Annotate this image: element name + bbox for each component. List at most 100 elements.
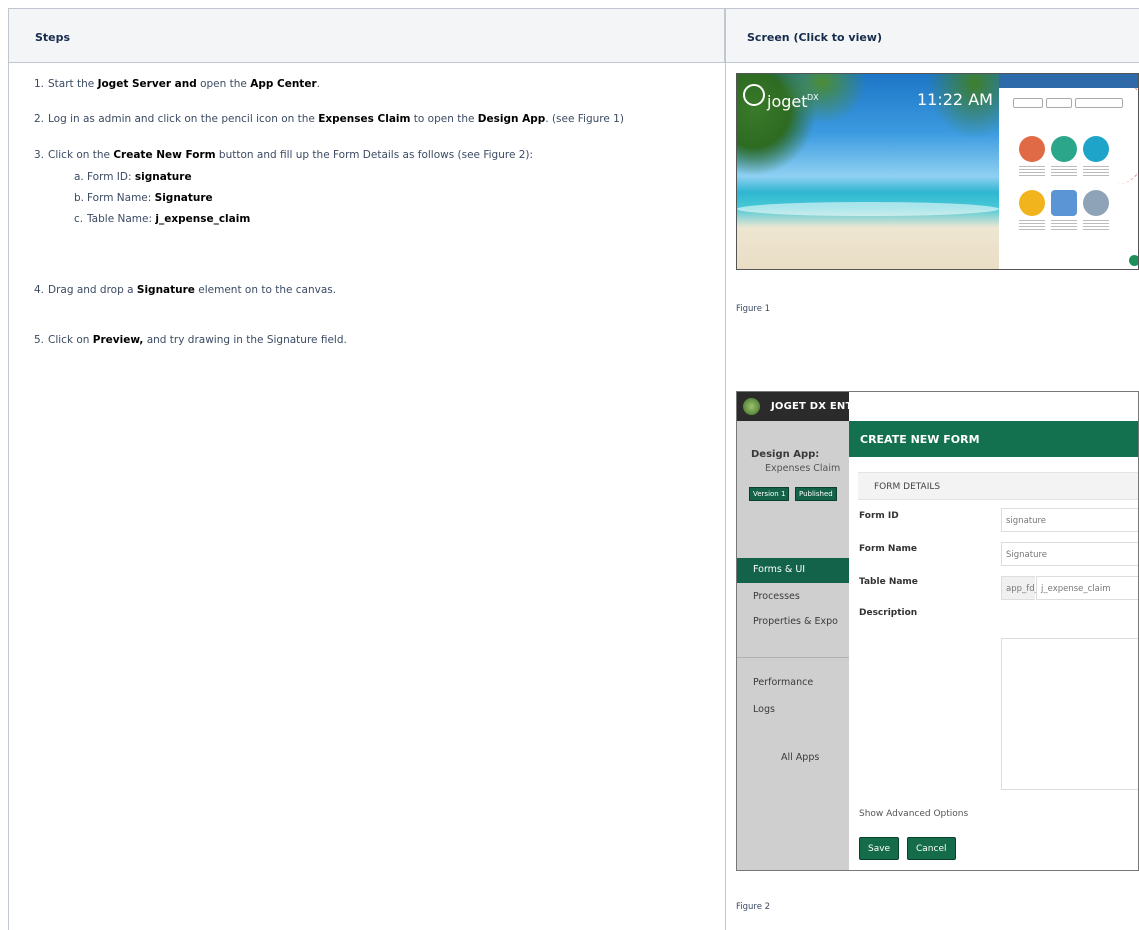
step-text: to open the bbox=[410, 113, 478, 125]
sidebar-item-properties: Properties & Expo bbox=[753, 616, 838, 627]
step-bold: Preview, bbox=[92, 334, 144, 346]
app-label bbox=[1019, 166, 1045, 176]
section-title: FORM DETAILS bbox=[874, 482, 941, 492]
substep-text: Form Name: bbox=[87, 192, 155, 204]
panel-buttons bbox=[1013, 98, 1123, 108]
step-bold: Expenses Claim bbox=[318, 113, 411, 125]
app-icon bbox=[1051, 190, 1077, 216]
substep-letter: b. bbox=[74, 192, 85, 204]
joget-brand-suffix: DX bbox=[807, 93, 819, 102]
pencil-edit-icon bbox=[1129, 255, 1138, 266]
figure-1-screenshot[interactable]: joget DX 11:22 AM bbox=[736, 73, 1139, 270]
app-label bbox=[1051, 220, 1077, 230]
description-label: Description bbox=[859, 608, 918, 618]
table-prefix-box: app_fd_ bbox=[1001, 576, 1039, 600]
step-number: 3. bbox=[34, 149, 45, 161]
save-button: Save bbox=[859, 837, 900, 860]
substep-text: Form ID: bbox=[87, 171, 135, 183]
form-name-value: Signature bbox=[1006, 550, 1048, 560]
app-label bbox=[1019, 220, 1045, 230]
panel-button bbox=[1075, 98, 1123, 108]
app-label bbox=[1083, 220, 1109, 230]
substep-letter: a. bbox=[74, 171, 84, 183]
substep-bold: j_expense_claim bbox=[155, 213, 251, 225]
step-bold: Create New Form bbox=[113, 149, 216, 161]
screen-header-label: Screen (Click to view) bbox=[747, 31, 882, 44]
step-bold: App Center bbox=[250, 78, 317, 90]
table-name-value: j_expense_claim bbox=[1041, 584, 1111, 594]
step-number: 5. bbox=[34, 334, 45, 346]
modal-header: CREATE NEW FORM bbox=[849, 421, 1138, 457]
step-bold: Joget Server and bbox=[97, 78, 197, 90]
step-text: Log in as admin and click on the pencil … bbox=[48, 113, 319, 125]
beach-wallpaper: joget DX 11:22 AM bbox=[737, 74, 999, 269]
sidebar-divider bbox=[737, 657, 849, 658]
create-new-form-modal: CREATE NEW FORM FORM DETAILS Form ID sig… bbox=[849, 392, 1138, 870]
step-text: Start the bbox=[48, 78, 98, 90]
sidebar-item-logs: Logs bbox=[753, 704, 775, 715]
table-name-label: Table Name bbox=[859, 577, 918, 587]
substep-letter: c. bbox=[74, 213, 84, 225]
modal-title: CREATE NEW FORM bbox=[860, 433, 980, 446]
cancel-button: Cancel bbox=[907, 837, 956, 860]
joget-logo-icon bbox=[743, 398, 760, 415]
substep-bold: signature bbox=[134, 171, 192, 183]
step-text: Click on bbox=[48, 334, 93, 346]
app-name: Expenses Claim bbox=[765, 463, 841, 474]
substep-b: b. Form Name: Signature bbox=[74, 192, 213, 204]
instructions-table: Steps Screen (Click to view) 1. Start the… bbox=[0, 0, 1139, 930]
joget-brand: joget bbox=[767, 92, 808, 111]
wave-shape bbox=[737, 202, 999, 216]
substep-c: c. Table Name: j_expense_claim bbox=[74, 213, 250, 225]
step-number: 1. bbox=[34, 78, 45, 90]
substep-text: Table Name: bbox=[87, 213, 156, 225]
substep-a: a. Form ID: signature bbox=[74, 171, 192, 183]
figure-2-screenshot[interactable]: JOGET DX ENTERPRISE Design App: Expenses… bbox=[736, 391, 1139, 871]
app-label bbox=[1051, 166, 1077, 176]
clock-display: 11:22 AM bbox=[917, 90, 993, 109]
app-label bbox=[1083, 166, 1109, 176]
joget-logo-icon bbox=[743, 84, 765, 106]
form-id-label: Form ID bbox=[859, 511, 899, 521]
panel-button bbox=[1013, 98, 1043, 108]
step-3: 3. Click on the Create New Form button an… bbox=[34, 149, 533, 161]
app-icon bbox=[1083, 190, 1109, 216]
published-badge: Published bbox=[795, 487, 837, 501]
show-advanced-options-link: Show Advanced Options bbox=[859, 809, 969, 819]
form-id-input: signature bbox=[1001, 508, 1138, 532]
design-app-label: Design App: bbox=[751, 449, 820, 460]
table-prefix: app_fd_ bbox=[1006, 584, 1039, 594]
step-1: 1. Start the Joget Server and open the Ap… bbox=[34, 78, 320, 90]
step-text: and try drawing in the Signature field. bbox=[143, 334, 347, 346]
step-text: open the bbox=[196, 78, 251, 90]
step-text: element on to the canvas. bbox=[194, 284, 337, 296]
step-5: 5. Click on Preview, and try drawing in t… bbox=[34, 334, 347, 346]
figure-1-caption: Figure 1 bbox=[736, 304, 771, 314]
step-4: 4. Drag and drop a Signature element on t… bbox=[34, 284, 336, 296]
table-name-input: j_expense_claim bbox=[1036, 576, 1138, 600]
form-name-label: Form Name bbox=[859, 544, 918, 554]
step-text: . (see Figure 1) bbox=[545, 113, 624, 125]
app-icon bbox=[1019, 136, 1045, 162]
sidebar-item-all-apps: All Apps bbox=[781, 752, 820, 763]
step-text: . bbox=[316, 78, 320, 90]
steps-column-header: Steps bbox=[8, 8, 725, 63]
step-text: button and fill up the Form Details as f… bbox=[215, 149, 534, 161]
app-icon bbox=[1019, 190, 1045, 216]
screen-column-header: Screen (Click to view) bbox=[725, 8, 1139, 63]
table-border-left bbox=[8, 63, 9, 930]
figure-2-caption: Figure 2 bbox=[736, 902, 771, 912]
version-badge: Version 1 bbox=[749, 487, 790, 501]
step-number: 4. bbox=[34, 284, 45, 296]
form-id-value: signature bbox=[1006, 516, 1047, 526]
form-name-input: Signature bbox=[1001, 542, 1138, 566]
red-dashed-arrow bbox=[1117, 80, 1138, 184]
expenses-claim-app-icon bbox=[1083, 136, 1109, 162]
steps-header-label: Steps bbox=[35, 31, 71, 44]
step-text: Drag and drop a bbox=[48, 284, 137, 296]
description-textarea bbox=[1001, 638, 1138, 790]
sidebar-item-performance: Performance bbox=[753, 677, 814, 688]
app-icon bbox=[1051, 136, 1077, 162]
substep-bold: Signature bbox=[154, 192, 213, 204]
design-app-sidebar: Design App: Expenses Claim Version 1 Pub… bbox=[737, 421, 849, 870]
